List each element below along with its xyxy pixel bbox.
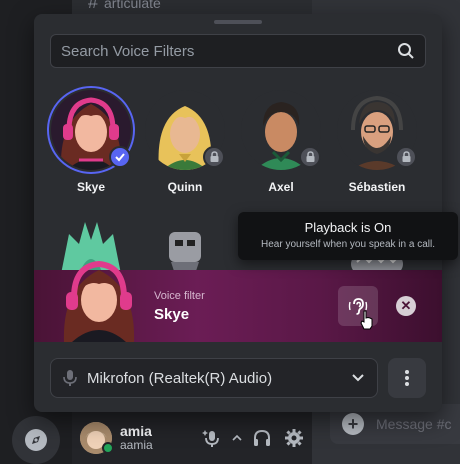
skye-banner-art xyxy=(54,252,144,342)
mic-sparkle-icon xyxy=(202,430,219,447)
search-icon[interactable] xyxy=(397,42,415,60)
search-input[interactable] xyxy=(61,42,397,60)
channel-name: articulate xyxy=(104,0,161,11)
chevron-up-icon[interactable] xyxy=(232,426,242,450)
hash-icon: # xyxy=(88,0,99,12)
drag-handle[interactable] xyxy=(214,20,262,24)
voice-filter-mic-button[interactable] xyxy=(200,426,224,450)
settings-button[interactable] xyxy=(282,426,306,450)
active-voice-filter-banner: Voice filter Skye ✕ xyxy=(34,260,442,342)
more-vertical-icon xyxy=(405,370,409,386)
hand-cursor-icon xyxy=(360,310,373,330)
microphone-icon xyxy=(63,370,77,386)
discover-button[interactable] xyxy=(12,416,60,464)
voice-filter-row2-2[interactable] xyxy=(140,214,230,274)
checkmark-icon xyxy=(109,146,131,168)
tooltip-title: Playback is On xyxy=(304,220,392,235)
search-field[interactable] xyxy=(50,34,426,68)
voice-filter-name: Sébastien xyxy=(348,180,406,194)
voice-filter-name: Skye xyxy=(76,180,106,194)
microphone-selected: Mikrofon (Realtek(R) Audio) xyxy=(87,369,273,387)
chevron-down-icon xyxy=(352,374,364,382)
lock-icon xyxy=(203,146,225,168)
close-icon: ✕ xyxy=(400,298,412,313)
voice-filter-name: Axel xyxy=(268,180,294,194)
user-panel: amia aamia xyxy=(72,412,312,464)
tooltip-subtitle: Hear yourself when you speak in a call. xyxy=(261,239,435,250)
voice-filter-axel[interactable]: Axel xyxy=(236,90,326,210)
gear-icon xyxy=(285,429,303,447)
voice-filter-value: Skye xyxy=(154,306,190,323)
online-status-icon xyxy=(102,442,114,454)
voice-filter-quinn[interactable]: Quinn xyxy=(140,90,230,210)
plus-icon[interactable]: + xyxy=(342,413,364,435)
robot-portrait xyxy=(169,232,201,274)
voice-filter-label: Voice filter xyxy=(154,290,205,302)
lock-icon xyxy=(395,146,417,168)
compass-icon xyxy=(25,429,47,451)
playback-tooltip: Playback is On Hear yourself when you sp… xyxy=(238,212,458,260)
headphones-icon xyxy=(254,429,270,446)
headphones-button[interactable] xyxy=(250,426,274,450)
voice-filter-name: Quinn xyxy=(167,180,203,194)
voice-filter-sebastien[interactable]: Sébastien xyxy=(332,90,422,210)
username: amia xyxy=(120,422,152,439)
voice-filter-skye[interactable]: Skye xyxy=(46,86,136,210)
channel-item[interactable]: # articulate xyxy=(88,0,161,13)
user-tag: aamia xyxy=(120,438,153,453)
remove-filter-button[interactable]: ✕ xyxy=(396,296,416,316)
more-options-button[interactable] xyxy=(388,358,426,398)
message-placeholder: Message #c xyxy=(376,416,452,432)
lock-icon xyxy=(299,146,321,168)
microphone-select[interactable]: Mikrofon (Realtek(R) Audio) xyxy=(50,358,378,398)
